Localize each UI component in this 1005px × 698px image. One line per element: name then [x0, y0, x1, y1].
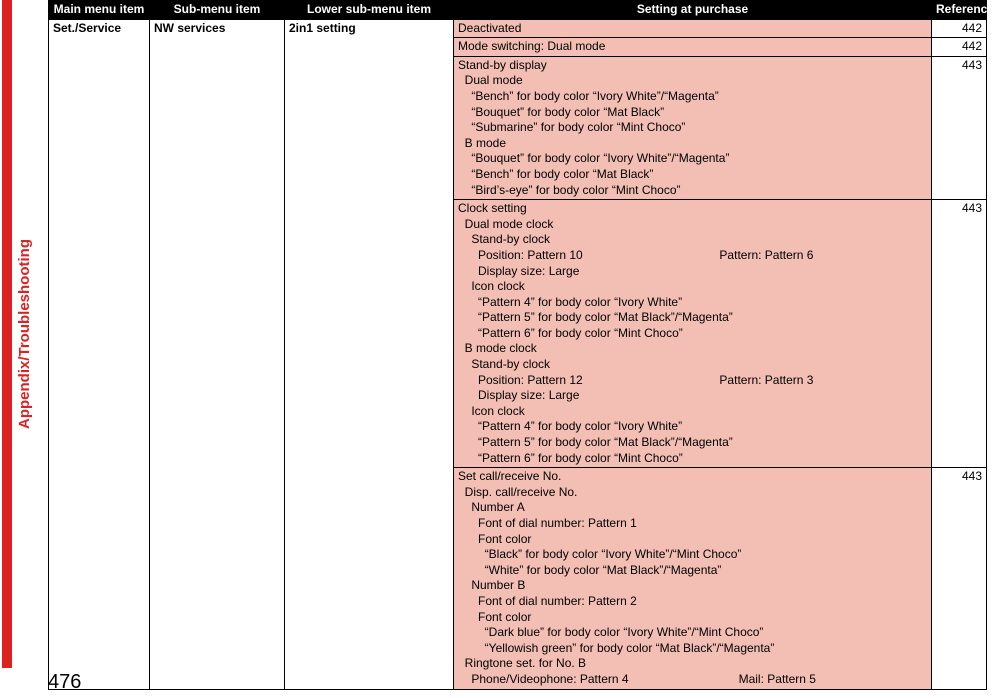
- header-sub: Sub-menu item: [150, 1, 285, 20]
- page: Appendix/Troubleshooting Main menu item …: [0, 0, 1005, 698]
- setting-cell: Deactivated: [454, 19, 932, 38]
- header-lower: Lower sub-menu item: [285, 1, 454, 20]
- side-tab: Appendix/Troubleshooting: [2, 0, 32, 668]
- setting-text: Clock setting Dual mode clock Stand-by c…: [458, 201, 927, 466]
- setting-cell: Stand-by display Dual mode “Bench” for b…: [454, 56, 932, 199]
- setting-cell: Mode switching: Dual mode: [454, 38, 932, 57]
- sub-menu-cell: NW services: [150, 19, 285, 689]
- reference-cell: 442: [932, 19, 987, 38]
- setting-cell: Clock setting Dual mode clock Stand-by c…: [454, 200, 932, 468]
- side-tab-label: Appendix/Troubleshooting: [16, 239, 33, 429]
- header-row: Main menu item Sub-menu item Lower sub-m…: [49, 1, 987, 20]
- main-menu-cell: Set./Service: [49, 19, 150, 689]
- setting-text: Stand-by display Dual mode “Bench” for b…: [458, 58, 927, 198]
- setting-text: Deactivated: [458, 21, 927, 37]
- table-row: Set./Service NW services 2in1 setting De…: [49, 19, 987, 38]
- reference-cell: 442: [932, 38, 987, 57]
- header-reference: Reference: [932, 1, 987, 20]
- reference-cell: 443: [932, 56, 987, 199]
- header-setting: Setting at purchase: [454, 1, 932, 20]
- reference-cell: 443: [932, 200, 987, 468]
- header-main: Main menu item: [49, 1, 150, 20]
- setting-text: Set call/receive No. Disp. call/receive …: [458, 469, 927, 687]
- side-tab-bar: [2, 0, 12, 668]
- reference-cell: 443: [932, 468, 987, 689]
- setting-text: Mode switching: Dual mode: [458, 39, 927, 55]
- settings-table: Main menu item Sub-menu item Lower sub-m…: [48, 0, 987, 690]
- page-number: 476: [48, 671, 81, 694]
- lower-menu-cell: 2in1 setting: [285, 19, 454, 689]
- setting-cell: Set call/receive No. Disp. call/receive …: [454, 468, 932, 689]
